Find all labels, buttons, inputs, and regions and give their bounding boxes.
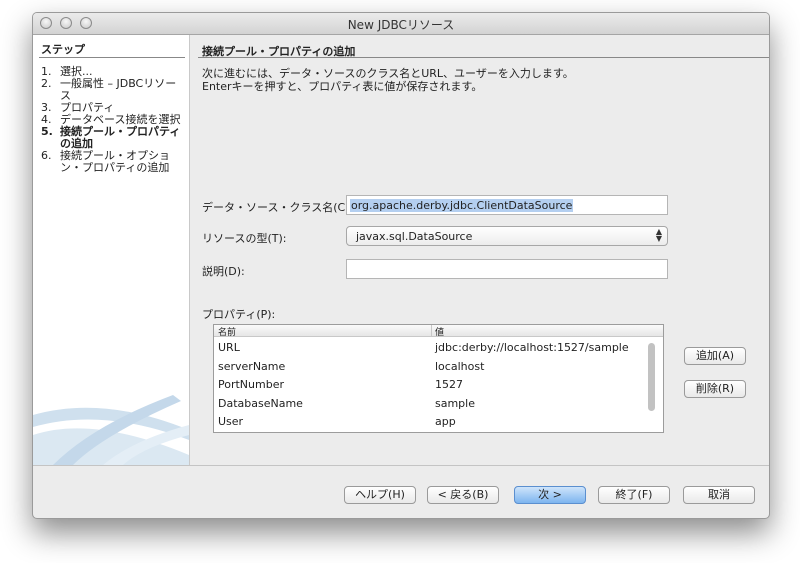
- content-panel: 接続プール・プロパティの追加 次に進むには、データ・ソースのクラス名とURL、ユ…: [190, 35, 769, 465]
- steps-list: 1. 選択... 2. 一般属性 – JDBCリソース 3. プロパティ 4. データベ…: [41, 66, 183, 174]
- resource-type-label: リソースの型(T):: [202, 232, 287, 245]
- step-number: 2.: [41, 77, 52, 90]
- select-arrows-icon: ▲ ▼: [655, 227, 662, 243]
- property-value: app: [435, 415, 456, 428]
- panel-divider: [198, 57, 769, 58]
- step-item-current: 5. 接続プール・プロパティの追加: [41, 126, 183, 150]
- steps-header: ステップ: [41, 43, 85, 56]
- table-row[interactable]: serverName localhost: [214, 356, 663, 375]
- table-scrollbar[interactable]: [648, 343, 655, 411]
- finish-button[interactable]: 終了(F): [598, 486, 670, 504]
- remove-property-button[interactable]: 削除(R): [684, 380, 746, 398]
- next-button[interactable]: 次 >: [514, 486, 586, 504]
- property-value: localhost: [435, 359, 485, 373]
- property-name: DatabaseName: [218, 396, 303, 410]
- step-item: 6. 接続プール・オプション・プロパティの追加: [41, 150, 183, 174]
- table-header: 名前 値: [214, 325, 663, 338]
- table-row[interactable]: PortNumber 1527: [214, 374, 663, 393]
- step-item: 2. 一般属性 – JDBCリソース: [41, 78, 183, 102]
- back-button[interactable]: < 戻る(B): [427, 486, 499, 504]
- step-label: 接続プール・プロパティの追加: [60, 125, 181, 150]
- table-row[interactable]: User app: [214, 411, 663, 430]
- window-title: New JDBCリソース: [347, 18, 455, 32]
- cancel-button[interactable]: 取消: [683, 486, 755, 504]
- property-name: URL: [218, 341, 240, 354]
- property-value: sample: [435, 396, 475, 410]
- dialog-window: New JDBCリソース ステップ 1. 選択... 2. 一般属性 – JDBCリ…: [32, 12, 770, 519]
- properties-table: 名前 値 URL jdbc:derby://localhost:1527/samp…: [213, 324, 664, 433]
- decorative-swoosh-graphic: [33, 395, 189, 465]
- step-label: 接続プール・オプション・プロパティの追加: [60, 149, 170, 174]
- table-row[interactable]: DatabaseName sample: [214, 393, 663, 412]
- description-line: Enterキーを押すと、プロパティ表に値が保存されます。: [202, 80, 483, 93]
- class-name-field[interactable]: org.apache.derby.jdbc.ClientDataSource: [346, 195, 668, 215]
- description-field[interactable]: [346, 259, 668, 279]
- property-value: jdbc:derby://localhost:1527/sample: [435, 341, 629, 354]
- class-name-label: データ・ソース・クラス名(C):: [202, 201, 354, 214]
- title-bar: New JDBCリソース: [33, 13, 769, 35]
- steps-divider: [39, 57, 185, 58]
- help-button[interactable]: ヘルプ(H): [344, 486, 416, 504]
- property-name: User: [218, 415, 244, 428]
- resource-type-select[interactable]: javax.sql.DataSource ▲ ▼: [346, 226, 668, 246]
- step-number: 6.: [41, 149, 52, 162]
- steps-panel: ステップ 1. 選択... 2. 一般属性 – JDBCリソース 3. プロパティ 4…: [33, 35, 190, 465]
- resource-type-value: javax.sql.DataSource: [356, 230, 473, 243]
- property-name: PortNumber: [218, 378, 284, 391]
- column-divider: [431, 325, 432, 336]
- step-label: 一般属性 – JDBCリソース: [60, 77, 177, 102]
- properties-label: プロパティ(P):: [202, 308, 276, 321]
- description-line: 次に進むには、データ・ソースのクラス名とURL、ユーザーを入力します。: [202, 67, 574, 80]
- class-name-value: org.apache.derby.jdbc.ClientDataSource: [350, 199, 574, 212]
- add-property-button[interactable]: 追加(A): [684, 347, 746, 365]
- panel-description: 次に進むには、データ・ソースのクラス名とURL、ユーザーを入力します。 Ente…: [202, 67, 574, 93]
- description-label: 説明(D):: [202, 265, 245, 278]
- table-row[interactable]: URL jdbc:derby://localhost:1527/sample: [214, 337, 663, 356]
- step-number: 5.: [41, 125, 53, 138]
- footer-divider: [33, 465, 769, 466]
- property-name: serverName: [218, 359, 286, 373]
- property-value: 1527: [435, 378, 463, 391]
